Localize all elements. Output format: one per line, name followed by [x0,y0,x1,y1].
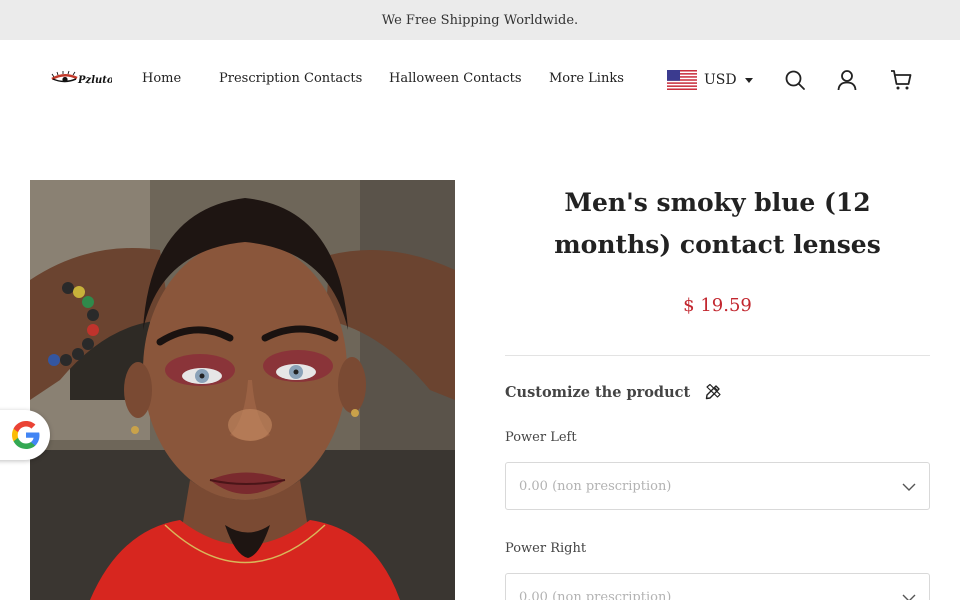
chevron-down-icon [902,483,916,491]
pencil-ruler-icon[interactable] [704,383,722,401]
product-image[interactable] [30,180,455,600]
svg-text:Pzluto: Pzluto [77,75,112,86]
account-icon[interactable] [836,69,858,91]
nav-home[interactable]: Home [142,71,181,86]
power-right-label: Power Right [505,541,587,556]
product-price: $ 19.59 [683,295,752,316]
nav-more-links[interactable]: More Links [549,71,624,86]
announcement-bar: We Free Shipping Worldwide. [0,0,960,40]
nav-halloween-contacts[interactable]: Halloween Contacts [389,71,522,86]
power-left-value: 0.00 (non prescription) [519,478,672,494]
power-right-value: 0.00 (non prescription) [519,589,672,600]
customize-section: Customize the product [505,383,722,401]
announcement-text: We Free Shipping Worldwide. [381,12,579,28]
nav-prescription-contacts[interactable]: Prescription Contacts [219,71,362,86]
divider [505,355,930,356]
power-left-select[interactable]: 0.00 (non prescription) [505,462,930,510]
us-flag-icon [667,70,697,90]
cart-icon[interactable] [890,69,912,91]
caret-down-icon [744,77,753,83]
currency-selector[interactable]: USD [667,69,753,91]
google-icon [12,421,40,449]
product-title: Men's smoky blue (12 months) contact len… [554,188,881,259]
brand-logo[interactable]: Pzluto [50,70,114,90]
chevron-down-icon [902,594,916,600]
site-header: Pzluto Home Prescription Contacts Hallow… [0,40,960,120]
google-badge[interactable] [0,410,50,460]
search-icon[interactable] [784,69,806,91]
power-left-label: Power Left [505,430,577,445]
power-right-select[interactable]: 0.00 (non prescription) [505,573,930,600]
currency-code: USD [704,72,737,88]
customize-label: Customize the product [505,383,691,401]
